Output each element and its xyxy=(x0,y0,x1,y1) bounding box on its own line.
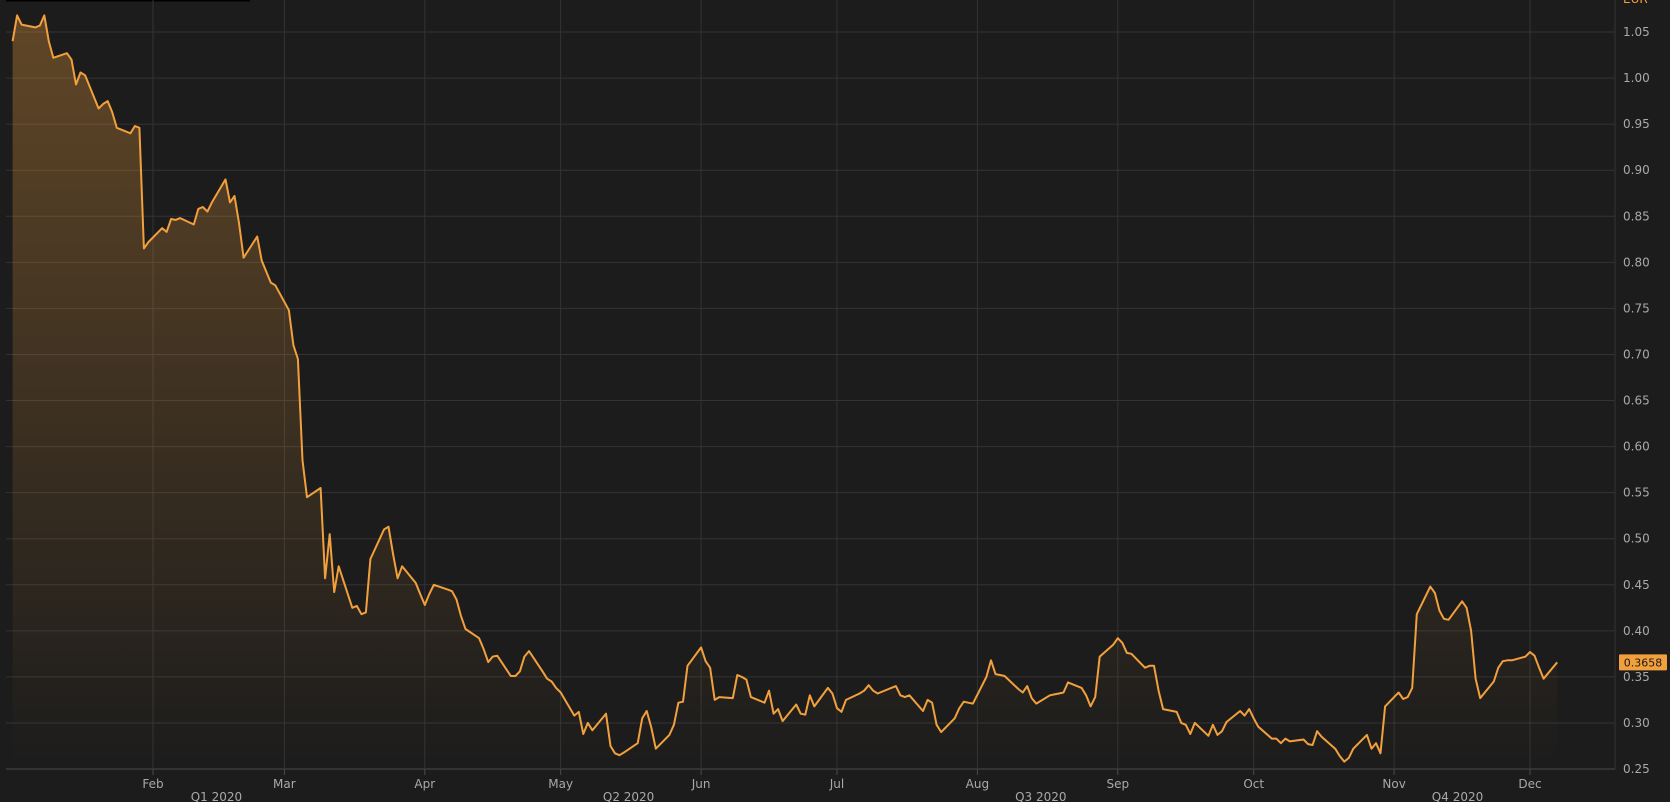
y-tick-label: 0.75 xyxy=(1623,301,1650,315)
y-tick-label: 0.60 xyxy=(1623,440,1650,454)
y-tick-label: 0.90 xyxy=(1623,163,1650,177)
x-tick-label: Oct xyxy=(1243,777,1264,791)
top-edge-bar xyxy=(6,0,250,2)
y-axis-unit-label: EUR xyxy=(1623,0,1648,6)
y-tick-label: 0.55 xyxy=(1623,486,1650,500)
x-tick-label: Sep xyxy=(1106,777,1129,791)
x-tick-label: Mar xyxy=(273,777,296,791)
y-tick-label: 0.40 xyxy=(1623,624,1650,638)
y-tick-label: 1.05 xyxy=(1623,25,1650,39)
y-tick-label: 0.25 xyxy=(1623,762,1650,776)
price-chart: 1.05 1.00 0.95 0.90 0.85 0.80 0.75 0.70 0.65 0.60… xyxy=(0,0,1670,802)
x-tick-label: Nov xyxy=(1382,777,1405,791)
x-tick-label: Jun xyxy=(691,777,711,791)
x-quarter-label: Q3 2020 xyxy=(1015,790,1066,802)
x-tick-label: Apr xyxy=(414,777,435,791)
y-tick-label: 0.45 xyxy=(1623,578,1650,592)
chart-container: 1.05 1.00 0.95 0.90 0.85 0.80 0.75 0.70 0.65 0.60… xyxy=(0,0,1670,802)
y-tick-label: 0.65 xyxy=(1623,394,1650,408)
y-tick-label: 0.35 xyxy=(1623,670,1650,684)
y-tick-label: 0.30 xyxy=(1623,716,1650,730)
x-quarter-label: Q2 2020 xyxy=(603,790,654,802)
y-tick-label: 1.00 xyxy=(1623,71,1650,85)
y-tick-label: 0.70 xyxy=(1623,347,1650,361)
y-tick-label: 0.95 xyxy=(1623,117,1650,131)
last-price-badge: 0.3658 xyxy=(1619,654,1667,671)
x-tick-label: Feb xyxy=(142,777,163,791)
x-quarter-label: Q1 2020 xyxy=(191,790,242,802)
x-tick-label: Jul xyxy=(829,777,844,791)
x-quarter-label: Q4 2020 xyxy=(1432,790,1483,802)
x-tick-label: Aug xyxy=(966,777,989,791)
x-tick-label: May xyxy=(548,777,573,791)
y-tick-label: 0.85 xyxy=(1623,209,1650,223)
x-tick-label: Dec xyxy=(1518,777,1541,791)
y-tick-label: 0.80 xyxy=(1623,255,1650,269)
last-price-value: 0.3658 xyxy=(1624,656,1663,669)
y-tick-label: 0.50 xyxy=(1623,532,1650,546)
